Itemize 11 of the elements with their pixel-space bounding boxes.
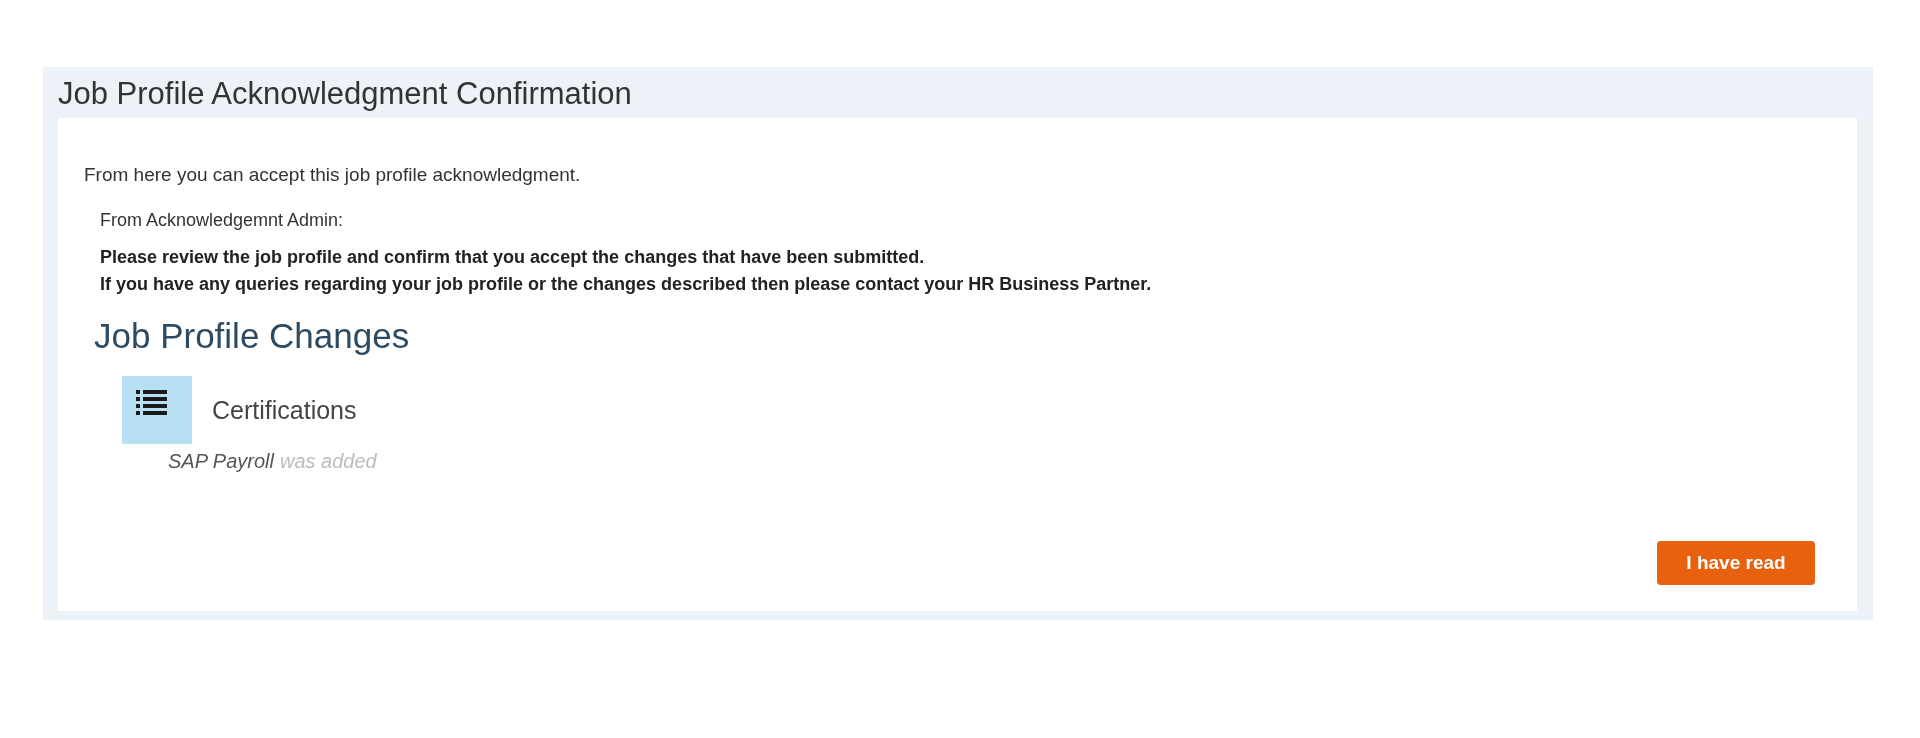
item-name: SAP Payroll (168, 450, 274, 472)
message-text: If you have any queries regarding your job profile or the changes described then please contact your HR Business Partner. (100, 273, 1153, 296)
item-status: was added (279, 450, 377, 472)
section-heading: Job Profile Changes (94, 316, 411, 356)
message-sender: From Acknowledgemnt Admin: (100, 210, 345, 231)
confirm-button[interactable]: I have read (1657, 541, 1815, 585)
message-text: Please review the job profile and confirm that you accept the changes that have been submitted. (100, 246, 926, 269)
panel-title: Job Profile Acknowledgment Confirmation (58, 75, 633, 113)
list-icon (122, 376, 192, 444)
category-title: Certifications (212, 395, 357, 425)
intro-text: From here you can accept this job profile acknowledgment. (84, 164, 582, 186)
